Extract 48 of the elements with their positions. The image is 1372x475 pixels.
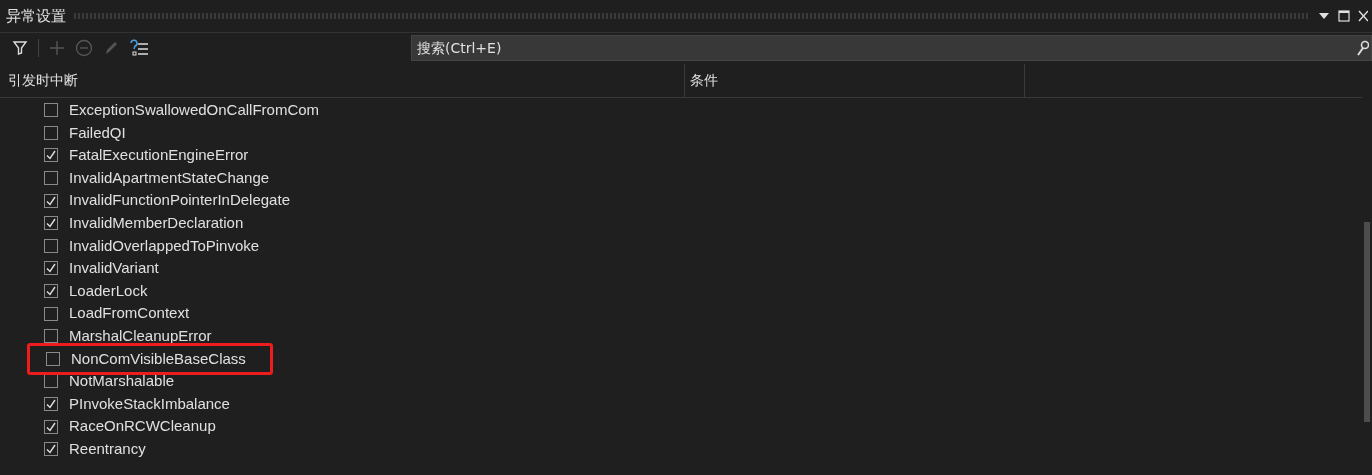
checkmark-icon <box>46 263 56 274</box>
exception-name: LoadFromContext <box>69 303 190 324</box>
checkbox[interactable] <box>44 442 58 457</box>
checkbox[interactable] <box>44 171 58 186</box>
checkmark-icon <box>46 218 56 229</box>
maximize-icon[interactable] <box>1338 10 1350 22</box>
filter-icon[interactable] <box>12 39 28 56</box>
checkbox[interactable] <box>44 103 58 118</box>
checkbox[interactable] <box>44 261 58 276</box>
exception-name: LoaderLock <box>69 280 148 301</box>
exception-name: InvalidApartmentStateChange <box>69 167 270 188</box>
checkmark-icon <box>46 421 56 432</box>
checkmark-icon <box>46 286 56 297</box>
column-header[interactable]: 引发时中断 <box>0 64 685 97</box>
checkbox[interactable] <box>44 148 58 163</box>
checkbox[interactable] <box>44 284 58 299</box>
search-field[interactable]: 搜索(Ctrl+E) <box>411 34 1372 61</box>
exception-name: MarshalCleanupError <box>69 326 212 346</box>
checkbox[interactable] <box>44 306 58 321</box>
exception-name: InvalidFunctionPointerInDelegate <box>69 190 290 211</box>
column-header[interactable]: 条件 <box>685 64 1025 97</box>
checkbox[interactable] <box>44 238 58 253</box>
exception-name: ExceptionSwallowedOnCallFromCom <box>69 100 320 121</box>
exception-name: FatalExecutionEngineError <box>69 145 249 166</box>
exception-name: RaceOnRCWCleanup <box>69 416 216 437</box>
checkbox[interactable] <box>46 351 60 366</box>
checkbox[interactable] <box>44 329 58 344</box>
exception-name: InvalidVariant <box>69 258 159 279</box>
checkmark-icon <box>46 150 56 161</box>
exception-name: NonComVisibleBaseClass <box>71 348 246 369</box>
exception-name: InvalidOverlappedToPinvoke <box>69 235 260 256</box>
checkbox[interactable] <box>44 125 58 140</box>
exception-name: Reentrancy <box>69 438 146 459</box>
exception-name: PInvokeStackImbalance <box>69 393 230 414</box>
checkbox[interactable] <box>44 193 58 208</box>
checkmark-icon <box>46 444 56 455</box>
exception-name: NotMarshalable <box>69 371 175 392</box>
exception-name: InvalidMemberDeclaration <box>69 213 244 233</box>
close-icon[interactable] <box>1358 10 1368 22</box>
checkbox[interactable] <box>44 397 58 411</box>
panel-title: 异常设置 <box>6 5 66 27</box>
dropdown-icon[interactable] <box>1318 12 1330 20</box>
checkbox[interactable] <box>44 419 58 434</box>
search-icon[interactable] <box>1357 39 1369 56</box>
exception-name: FailedQI <box>69 122 126 143</box>
checkmark-icon <box>46 399 56 409</box>
checkbox[interactable] <box>44 216 58 231</box>
checkmark-icon <box>46 195 56 206</box>
